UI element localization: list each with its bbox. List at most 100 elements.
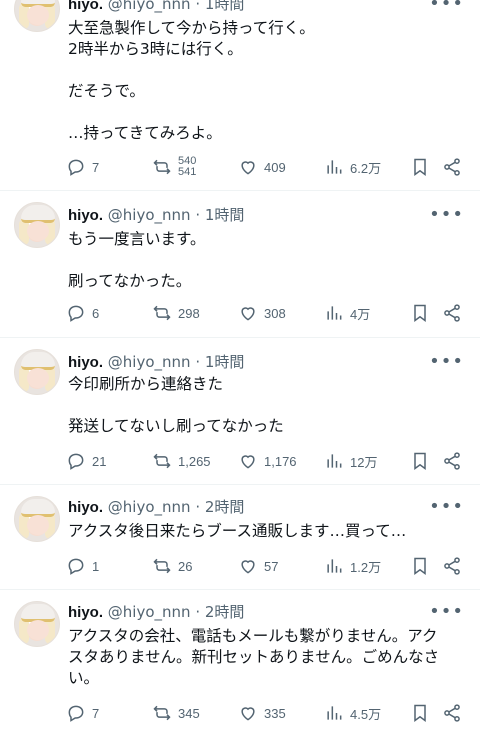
- display-name[interactable]: hiyo.: [68, 354, 103, 371]
- reply-button[interactable]: 1: [66, 555, 99, 577]
- heart-icon: [241, 307, 255, 321]
- text-line: 大至急製作して今から持って行く。: [68, 19, 315, 37]
- retweet-button[interactable]: 345: [152, 702, 200, 724]
- views-button[interactable]: 6.2万: [324, 156, 381, 178]
- retweet-count: 1,265: [178, 453, 211, 469]
- share-icon: [444, 557, 460, 575]
- share-button[interactable]: [442, 555, 462, 577]
- like-button[interactable]: 57: [238, 555, 278, 577]
- views-icon: [327, 306, 342, 320]
- bookmark-button[interactable]: [410, 156, 430, 178]
- share-button[interactable]: [442, 450, 462, 472]
- separator: ·: [195, 498, 201, 516]
- separator: ·: [195, 603, 201, 621]
- display-name[interactable]: hiyo.: [68, 604, 103, 621]
- more-icon[interactable]: •••: [429, 497, 464, 517]
- text-line: 発送してないし刷ってなかった: [68, 417, 284, 435]
- reply-button[interactable]: 7: [66, 702, 99, 724]
- display-name[interactable]: hiyo.: [68, 499, 103, 516]
- like-button[interactable]: 308: [238, 302, 286, 324]
- timestamp[interactable]: 1時間: [205, 206, 245, 224]
- reply-button[interactable]: 6: [66, 302, 99, 324]
- avatar[interactable]: [14, 496, 60, 542]
- text-line: スタありません。新刊セットありません。ごめんなさ: [68, 648, 440, 666]
- text-line: アクスタの会社、電話もメールも繋がりません。アク: [68, 627, 438, 645]
- user-handle[interactable]: @hiyo_nnn: [108, 206, 191, 224]
- avatar[interactable]: [14, 0, 60, 32]
- timestamp[interactable]: 1時間: [205, 0, 245, 13]
- tweet-text: もう一度言います。 刷ってなかった。: [68, 229, 462, 292]
- views-button[interactable]: 12万: [324, 450, 377, 472]
- tweet-header: hiyo. @hiyo_nnn · 2時間: [68, 602, 244, 623]
- share-icon: [444, 158, 460, 176]
- share-button[interactable]: [442, 302, 462, 324]
- text-line: 刷ってなかった。: [68, 272, 192, 290]
- avatar[interactable]: [14, 601, 60, 647]
- display-name[interactable]: hiyo.: [68, 207, 103, 224]
- retweet-icon: [153, 705, 171, 721]
- text-line: 2時半から3時には行く。: [68, 40, 243, 58]
- bookmark-button[interactable]: [410, 702, 430, 724]
- more-icon[interactable]: •••: [429, 352, 464, 372]
- bookmark-button[interactable]: [410, 555, 430, 577]
- bookmark-icon: [414, 304, 426, 322]
- like-count: 335: [264, 705, 286, 721]
- retweet-button[interactable]: 26: [152, 555, 192, 577]
- like-count: 409: [264, 159, 286, 175]
- user-handle[interactable]: @hiyo_nnn: [108, 603, 191, 621]
- like-button[interactable]: 335: [238, 702, 286, 724]
- reply-count: 1: [92, 558, 100, 574]
- text-line: もう一度言います。: [68, 230, 206, 248]
- tweet[interactable]: hiyo. @hiyo_nnn · 2時間 ••• アクスタ後日来たらブース通販…: [0, 485, 480, 589]
- retweet-icon: [153, 159, 171, 175]
- retweet-button[interactable]: 1,265: [152, 450, 211, 472]
- retweet-button[interactable]: 298: [152, 302, 200, 324]
- tweet-header: hiyo. @hiyo_nnn · 1時間: [68, 205, 244, 226]
- separator: ·: [195, 0, 201, 13]
- separator: ·: [195, 206, 201, 224]
- timestamp[interactable]: 1時間: [205, 353, 245, 371]
- tweet[interactable]: hiyo. @hiyo_nnn · 1時間 ••• 今印刷所から連絡きた 発送し…: [0, 338, 480, 484]
- reply-button[interactable]: 21: [66, 450, 106, 472]
- views-button[interactable]: 4.5万: [324, 702, 381, 724]
- reply-icon: [68, 305, 84, 322]
- user-handle[interactable]: @hiyo_nnn: [108, 0, 191, 13]
- avatar[interactable]: [14, 349, 60, 395]
- share-button[interactable]: [442, 702, 462, 724]
- tweet[interactable]: hiyo. @hiyo_nnn · 2時間 ••• アクスタの会社、電話もメール…: [0, 590, 480, 734]
- tweet[interactable]: hiyo. @hiyo_nnn · 1時間 大至急製作して今から持って行く。 2…: [0, 0, 480, 190]
- like-button[interactable]: 409: [238, 156, 286, 178]
- tweet-header: hiyo. @hiyo_nnn · 2時間: [68, 497, 244, 518]
- retweet-button[interactable]: 540 541: [152, 156, 196, 178]
- retweet-icon: [153, 453, 171, 469]
- avatar[interactable]: [14, 202, 60, 248]
- display-name[interactable]: hiyo.: [68, 0, 103, 13]
- bookmark-icon: [414, 452, 426, 470]
- bookmark-button[interactable]: [410, 302, 430, 324]
- bookmark-button[interactable]: [410, 450, 430, 472]
- user-handle[interactable]: @hiyo_nnn: [108, 353, 191, 371]
- retweet-count: 345: [178, 705, 200, 721]
- timestamp[interactable]: 2時間: [205, 603, 245, 621]
- more-icon[interactable]: •••: [429, 602, 464, 622]
- tweet-text: 今印刷所から連絡きた 発送してないし刷ってなかった: [68, 374, 462, 437]
- tweet-text: アクスタの会社、電話もメールも繋がりません。アク スタありません。新刊セットあり…: [68, 626, 474, 689]
- text-line: だそうで。: [68, 82, 145, 100]
- reply-icon: [68, 705, 84, 722]
- views-icon: [327, 454, 342, 468]
- views-button[interactable]: 4万: [324, 302, 370, 324]
- tweet-text: 大至急製作して今から持って行く。 2時半から3時には行く。 だそうで。 …持って…: [68, 18, 462, 144]
- retweet-icon: [153, 305, 171, 321]
- more-icon[interactable]: •••: [429, 0, 464, 14]
- user-handle[interactable]: @hiyo_nnn: [108, 498, 191, 516]
- views-button[interactable]: 1.2万: [324, 555, 381, 577]
- share-button[interactable]: [442, 156, 462, 178]
- reply-button[interactable]: 7: [66, 156, 99, 178]
- like-button[interactable]: 1,176: [238, 450, 297, 472]
- tweet[interactable]: hiyo. @hiyo_nnn · 1時間 ••• もう一度言います。 刷ってな…: [0, 191, 480, 337]
- reply-count: 7: [92, 159, 100, 175]
- more-icon[interactable]: •••: [429, 205, 464, 225]
- timestamp[interactable]: 2時間: [205, 498, 245, 516]
- views-count: 4万: [350, 306, 371, 322]
- views-count: 1.2万: [350, 559, 382, 575]
